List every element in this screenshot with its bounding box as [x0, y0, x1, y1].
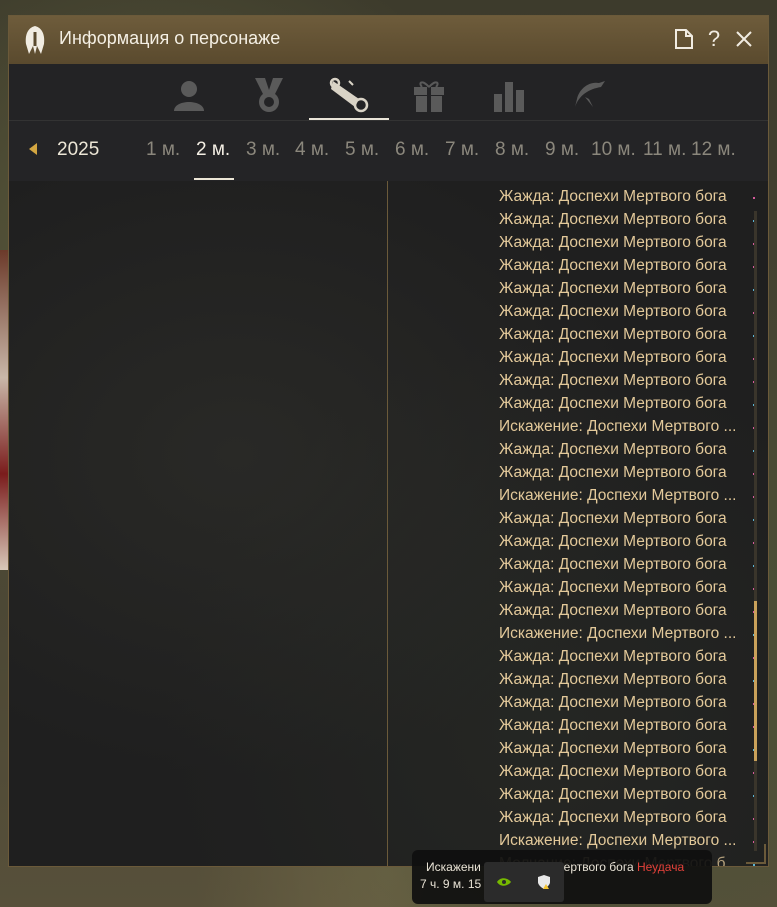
notification-prefix: Искажени — [426, 860, 481, 874]
history-log-item[interactable]: Жажда: Доспехи Мертвого бога — [499, 530, 749, 553]
history-log-item[interactable]: Жажда: Доспехи Мертвого бога — [499, 392, 749, 415]
window-title: Информация о персонаже — [59, 28, 281, 48]
month-2[interactable]: 2 м. — [196, 139, 230, 161]
month-7[interactable]: 7 м. — [445, 139, 479, 161]
history-log-item[interactable]: Жажда: Доспехи Мертвого бога — [499, 438, 749, 461]
person-icon — [174, 81, 204, 111]
history-log-item[interactable]: Жажда: Доспехи Мертвого бога — [499, 714, 749, 737]
close-icon[interactable] — [731, 26, 757, 52]
month-3[interactable]: 3 м. — [246, 139, 280, 161]
history-log-item[interactable]: Жажда: Доспехи Мертвого бога — [499, 553, 749, 576]
history-log-item[interactable]: Жажда: Доспехи Мертвого бога — [499, 645, 749, 668]
medal-icon — [255, 78, 283, 112]
history-log-item[interactable]: Искажение: Доспехи Мертвого ... — [499, 415, 749, 438]
history-log-item[interactable]: Жажда: Доспехи Мертвого бога — [499, 737, 749, 760]
history-log-item[interactable]: Жажда: Доспехи Мертвого бога — [499, 300, 749, 323]
system-tray — [484, 862, 564, 902]
nvidia-icon[interactable] — [496, 876, 512, 888]
document-icon[interactable] — [671, 26, 697, 52]
history-log-item[interactable]: Жажда: Доспехи Мертвого бога — [499, 254, 749, 277]
security-shield-icon[interactable] — [536, 874, 552, 890]
history-log-item[interactable]: Жажда: Доспехи Мертвого бога — [499, 599, 749, 622]
notification-line2: 7 ч. 9 м. 15 — [420, 877, 482, 891]
month-12[interactable]: 12 м. — [691, 139, 736, 161]
tab-pets[interactable] — [549, 70, 629, 120]
title-bar[interactable]: Информация о персонаже ? — [9, 16, 768, 65]
creature-icon — [575, 81, 605, 107]
log-marker — [753, 864, 755, 866]
tab-history[interactable] — [309, 70, 389, 120]
history-log-item[interactable]: Жажда: Доспехи Мертвого бога — [499, 185, 749, 208]
previous-year-arrow-icon[interactable] — [29, 143, 37, 155]
history-log-item[interactable]: Жажда: Доспехи Мертвого бога — [499, 691, 749, 714]
resize-grip[interactable] — [746, 844, 766, 864]
bar-chart-icon — [494, 82, 524, 112]
scrollbar-thumb[interactable] — [754, 601, 757, 761]
history-log-item[interactable]: Жажда: Доспехи Мертвого бога — [499, 461, 749, 484]
tab-profile[interactable] — [149, 70, 229, 120]
notification-suffix: Мертвого бога — [553, 860, 634, 874]
month-5[interactable]: 5 м. — [345, 139, 379, 161]
history-log-item[interactable]: Жажда: Доспехи Мертвого бога — [499, 576, 749, 599]
tab-bar — [9, 64, 768, 120]
history-log-item[interactable]: Жажда: Доспехи Мертвого бога — [499, 783, 749, 806]
month-1[interactable]: 1 м. — [146, 139, 180, 161]
log-marker — [753, 197, 755, 199]
year-label: 2025 — [57, 139, 100, 160]
gift-icon — [414, 81, 444, 112]
selected-month-underline — [194, 178, 234, 180]
tab-stats[interactable] — [469, 70, 549, 120]
month-4[interactable]: 4 м. — [295, 139, 329, 161]
scrollbar-track[interactable] — [754, 211, 757, 851]
notification-status: Неудача — [636, 860, 685, 874]
history-log-item[interactable]: Искажение: Доспехи Мертвого ... — [499, 829, 749, 852]
history-log-item[interactable]: Искажение: Доспехи Мертвого ... — [499, 622, 749, 645]
history-log-item[interactable]: Жажда: Доспехи Мертвого бога — [499, 369, 749, 392]
helmet-logo-icon — [25, 26, 45, 54]
month-8[interactable]: 8 м. — [495, 139, 529, 161]
history-log-item[interactable]: Искажение: Доспехи Мертвого ... — [499, 484, 749, 507]
history-log-item[interactable]: Жажда: Доспехи Мертвого бога — [499, 806, 749, 829]
month-11[interactable]: 11 м. — [643, 139, 686, 161]
month-9[interactable]: 9 м. — [545, 139, 579, 161]
history-log-item[interactable]: Жажда: Доспехи Мертвого бога — [499, 208, 749, 231]
history-log-item[interactable]: Жажда: Доспехи Мертвого бога — [499, 760, 749, 783]
tab-achievements[interactable] — [229, 70, 309, 120]
history-log-item[interactable]: Жажда: Доспехи Мертвого бога — [499, 231, 749, 254]
history-log-item[interactable]: Жажда: Доспехи Мертвого бога — [499, 507, 749, 530]
help-icon[interactable]: ? — [701, 26, 727, 52]
history-log-item[interactable]: Жажда: Доспехи Мертвого бога — [499, 346, 749, 369]
history-content: Жажда: Доспехи Мертвого бога Жажда: Доспе… — [9, 181, 768, 866]
history-log-item[interactable]: Жажда: Доспехи Мертвого бога — [499, 277, 749, 300]
month-6[interactable]: 6 м. — [395, 139, 429, 161]
tab-rewards[interactable] — [389, 70, 469, 120]
column-divider — [387, 181, 388, 866]
character-info-window: Информация о персонаже ? 2025 1 м. 2 м. … — [8, 15, 769, 867]
history-log-item[interactable]: Жажда: Доспехи Мертвого бога — [499, 668, 749, 691]
scroll-icon — [329, 77, 369, 113]
history-log-item[interactable]: Жажда: Доспехи Мертвого бога — [499, 323, 749, 346]
month-selector: 2025 1 м. 2 м. 3 м. 4 м. 5 м. 6 м. 7 м. … — [9, 120, 768, 182]
month-10[interactable]: 10 м. — [591, 139, 636, 161]
